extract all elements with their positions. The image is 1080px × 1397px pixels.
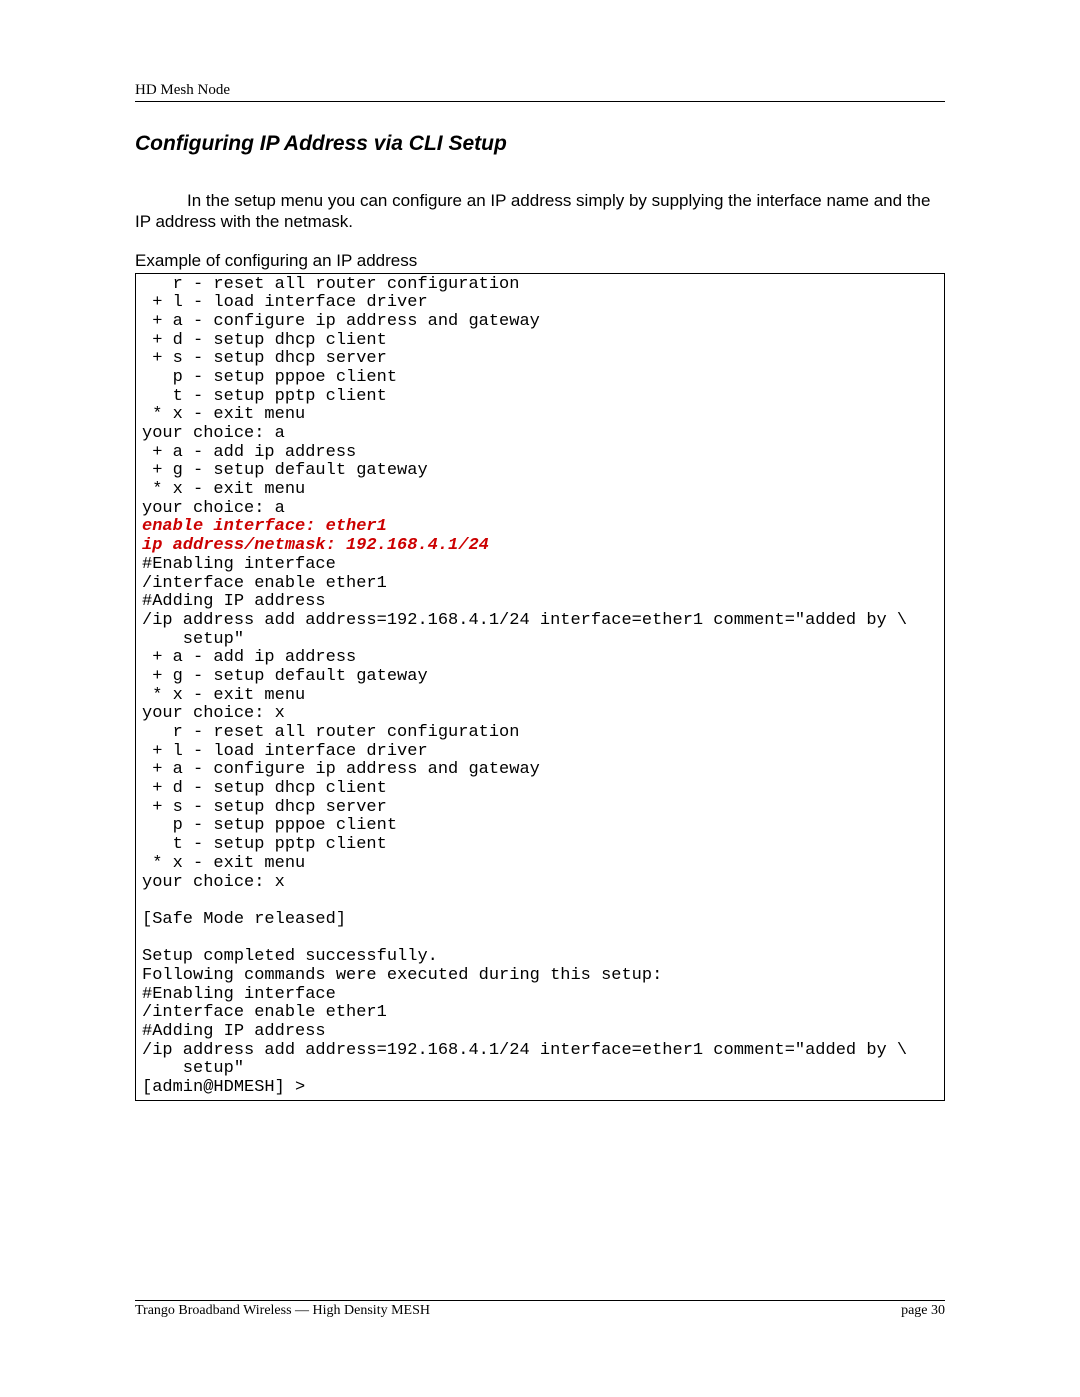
footer-right: page 30: [901, 1303, 945, 1319]
section-paragraph: In the setup menu you can configure an I…: [135, 190, 945, 233]
code-pre2: #Enabling interface /interface enable et…: [142, 555, 907, 1097]
code-red-line-1: enable interface: ether1: [142, 517, 387, 536]
page: HD Mesh Node Configuring IP Address via …: [0, 0, 1080, 1397]
section-paragraph-text: In the setup menu you can configure an I…: [135, 191, 930, 231]
code-block: r - reset all router configuration + l -…: [135, 273, 945, 1101]
example-label: Example of configuring an IP address: [135, 251, 945, 271]
footer-left: Trango Broadband Wireless — High Density…: [135, 1303, 430, 1319]
section-title: Configuring IP Address via CLI Setup: [135, 132, 945, 156]
code-red-line-2: ip address/netmask: 192.168.4.1/24: [142, 536, 489, 555]
footer: Trango Broadband Wireless — High Density…: [135, 1300, 945, 1319]
running-head: HD Mesh Node: [135, 82, 945, 102]
code-pre1: r - reset all router configuration + l -…: [142, 275, 540, 518]
